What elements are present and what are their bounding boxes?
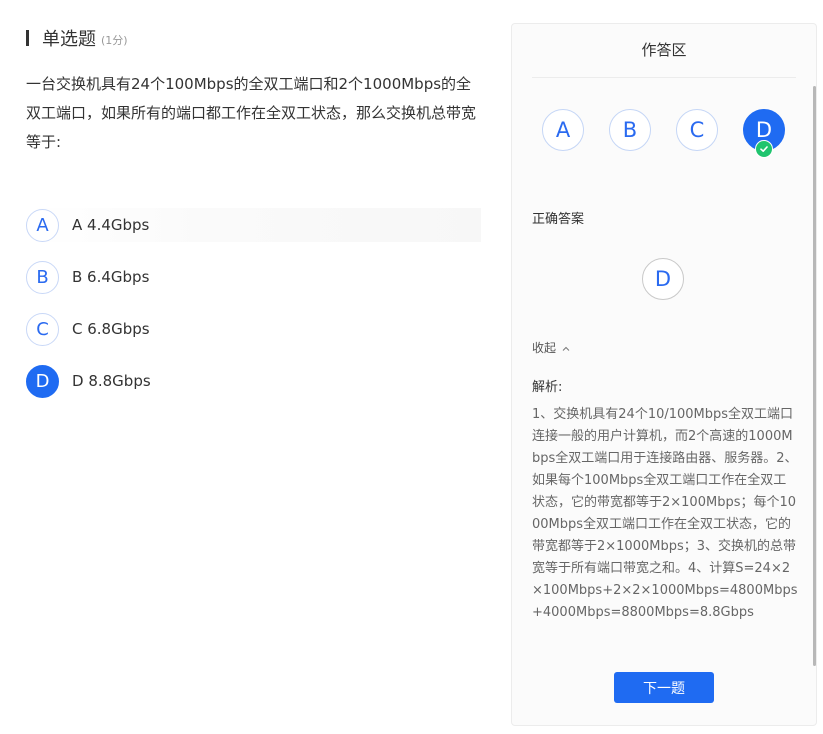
chevron-up-icon: [562, 341, 570, 355]
question-stem: 一台交换机具有24个100Mbps的全双工端口和2个1000Mbps的全双工端口…: [26, 75, 477, 151]
option-c-text: C 6.8Gbps: [72, 320, 150, 338]
answer-choice-c[interactable]: C: [676, 109, 718, 151]
option-list: A A 4.4Gbps B B 6.4Gbps C C 6.8Gbps D D …: [26, 208, 481, 416]
question-header: 单选题 (1分): [26, 26, 481, 50]
analysis-label: 解析:: [532, 380, 563, 395]
title-accent-bar: [26, 30, 29, 46]
answer-choice-d-wrap: D: [743, 109, 785, 158]
option-b-text: B 6.4Gbps: [72, 268, 150, 286]
answer-choice-a[interactable]: A: [542, 109, 584, 151]
question-type: 单选题: [42, 29, 96, 50]
option-c-circle[interactable]: C: [26, 312, 59, 346]
correct-check-icon: [755, 140, 773, 158]
correct-answer-badge: D: [642, 258, 684, 300]
next-question-button[interactable]: 下一题: [614, 672, 714, 703]
option-a-circle[interactable]: A: [26, 208, 59, 242]
collapse-label: 收起: [532, 341, 557, 355]
question-area: 单选题 (1分) 一台交换机具有24个100Mbps的全双工端口和2个1000M…: [26, 26, 481, 157]
option-a[interactable]: A A 4.4Gbps: [26, 208, 481, 242]
question-score: (1分): [101, 33, 128, 47]
panel-scrollbar[interactable]: [813, 86, 816, 666]
option-a-text: A 4.4Gbps: [72, 216, 150, 234]
option-b[interactable]: B B 6.4Gbps: [26, 260, 481, 294]
answer-choice-b[interactable]: B: [609, 109, 651, 151]
option-b-circle[interactable]: B: [26, 260, 59, 294]
correct-answer-label: 正确答案: [532, 212, 585, 227]
panel-title: 作答区: [532, 24, 796, 78]
option-d-text: D 8.8Gbps: [72, 372, 151, 390]
answer-choice-row: A B C D: [542, 109, 785, 158]
option-d-circle[interactable]: D: [26, 364, 59, 398]
answer-panel: 作答区 A B C D 正确答案 D 收起 解析: 1、交换机具有24个10/1…: [511, 23, 817, 726]
option-c[interactable]: C C 6.8Gbps: [26, 312, 481, 346]
analysis-text: 1、交换机具有24个10/100Mbps全双工端口连接一般的用户计算机，而2个高…: [532, 407, 798, 620]
collapse-toggle[interactable]: 收起: [532, 339, 570, 356]
option-d[interactable]: D D 8.8Gbps: [26, 364, 481, 398]
